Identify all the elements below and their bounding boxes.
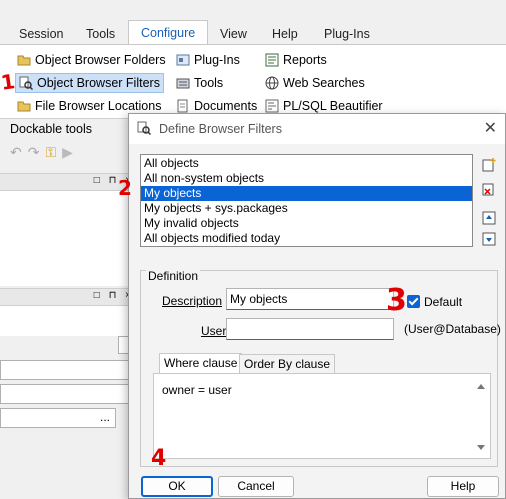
dockable-tools-title: Dockable tools: [10, 122, 92, 136]
ribbon-label: Object Browser Folders: [35, 53, 166, 67]
default-label: Default: [424, 295, 463, 309]
folder-icon: [17, 101, 31, 112]
tab-order-by-clause[interactable]: Order By clause: [239, 354, 336, 374]
globe-icon: [265, 76, 279, 90]
annotation-step-3: 3: [386, 283, 407, 318]
menu-tab-configure[interactable]: Configure: [128, 20, 209, 45]
menu-tab-help[interactable]: Help: [272, 24, 298, 44]
close-icon[interactable]: ✕: [484, 118, 497, 138]
dock-toolbar: ↶↷⚿▶: [10, 144, 79, 161]
list-item[interactable]: All objects: [141, 156, 472, 171]
dialog-titlebar: Define Browser Filters ✕: [129, 114, 505, 144]
ribbon-reports[interactable]: Reports: [265, 50, 327, 70]
ok-button[interactable]: OK: [141, 476, 213, 497]
menu-bar: Session Tools Configure View Help Plug-I…: [0, 0, 506, 45]
list-item-selected[interactable]: My objects: [141, 186, 472, 201]
folder-icon: [17, 55, 31, 66]
filter-icon: [137, 121, 151, 135]
list-item[interactable]: My invalid objects: [141, 216, 472, 231]
description-label: Description: [162, 294, 222, 308]
dock-area-2: [0, 306, 140, 336]
run-icon[interactable]: ▶: [62, 144, 79, 160]
where-clause-editor[interactable]: owner = user: [153, 373, 491, 459]
dock-area-1: [0, 191, 140, 286]
scroll-down-icon[interactable]: [477, 445, 485, 450]
user-label: User: [201, 324, 226, 338]
define-browser-filters-dialog: Define Browser Filters ✕ All objects All…: [128, 113, 506, 499]
list-item[interactable]: All objects modified today: [141, 231, 472, 246]
redo-icon[interactable]: ↷: [28, 144, 46, 160]
delete-filter-icon[interactable]: [481, 181, 497, 197]
ribbon-label: Web Searches: [283, 76, 365, 90]
filter-list[interactable]: All objects All non-system objects My ob…: [140, 154, 473, 247]
key-icon[interactable]: ⚿: [45, 144, 62, 160]
scroll-up-icon[interactable]: [477, 384, 485, 389]
undo-icon[interactable]: ↶: [10, 144, 28, 160]
move-down-icon[interactable]: [481, 231, 497, 247]
dock-input[interactable]: [0, 408, 116, 428]
filter-icon: [19, 76, 33, 90]
plugin-icon: [176, 54, 190, 66]
add-filter-icon[interactable]: [481, 157, 497, 173]
user-label-text: User: [201, 324, 227, 338]
description-label-text: Description: [162, 294, 223, 308]
ribbon-label: Plug-Ins: [194, 53, 240, 67]
cancel-button[interactable]: Cancel: [218, 476, 294, 497]
menu-tab-view[interactable]: View: [220, 24, 247, 44]
documents-icon: [177, 99, 188, 113]
ribbon-object-browser-folders[interactable]: Object Browser Folders: [17, 50, 166, 70]
ribbon-label: Object Browser Filters: [37, 76, 160, 90]
ribbon-plugins[interactable]: Plug-Ins: [176, 50, 240, 70]
annotation-step-4: 4: [151, 446, 167, 471]
ellipsis-icon[interactable]: ...: [100, 410, 110, 424]
definition-legend: Definition: [146, 269, 201, 283]
dock-strip-2: □ ⊓ ×: [0, 288, 140, 306]
reports-icon: [265, 53, 279, 67]
ribbon: Object Browser Folders Object Browser Fi…: [0, 44, 506, 119]
user-hint: (User@Database): [404, 322, 501, 336]
ribbon-tools[interactable]: Tools: [176, 73, 223, 93]
description-input[interactable]: My objects: [226, 288, 394, 310]
user-input[interactable]: [226, 318, 394, 340]
menu-tab-session[interactable]: Session: [19, 24, 63, 44]
annotation-step-2: 2: [118, 176, 132, 200]
dialog-title: Define Browser Filters: [159, 122, 282, 136]
dock-combo-2[interactable]: [0, 384, 140, 404]
where-clause-text: owner = user: [162, 383, 232, 397]
beautifier-icon: [265, 99, 279, 113]
ribbon-label: Reports: [283, 53, 327, 67]
list-item[interactable]: My objects + sys.packages: [141, 201, 472, 216]
tools-icon: [176, 78, 190, 89]
tab-where-clause[interactable]: Where clause: [159, 353, 243, 373]
menu-tab-plugins[interactable]: Plug-Ins: [324, 24, 370, 44]
move-up-icon[interactable]: [481, 210, 497, 226]
ribbon-object-browser-filters[interactable]: Object Browser Filters: [15, 73, 164, 93]
ribbon-label: Tools: [194, 76, 224, 90]
list-item[interactable]: All non-system objects: [141, 171, 472, 186]
help-button[interactable]: Help: [427, 476, 499, 497]
default-checkbox[interactable]: [407, 295, 420, 308]
ribbon-web-searches[interactable]: Web Searches: [265, 73, 365, 93]
menu-tab-tools[interactable]: Tools: [86, 24, 115, 44]
dock-combo-1[interactable]: [0, 360, 140, 380]
